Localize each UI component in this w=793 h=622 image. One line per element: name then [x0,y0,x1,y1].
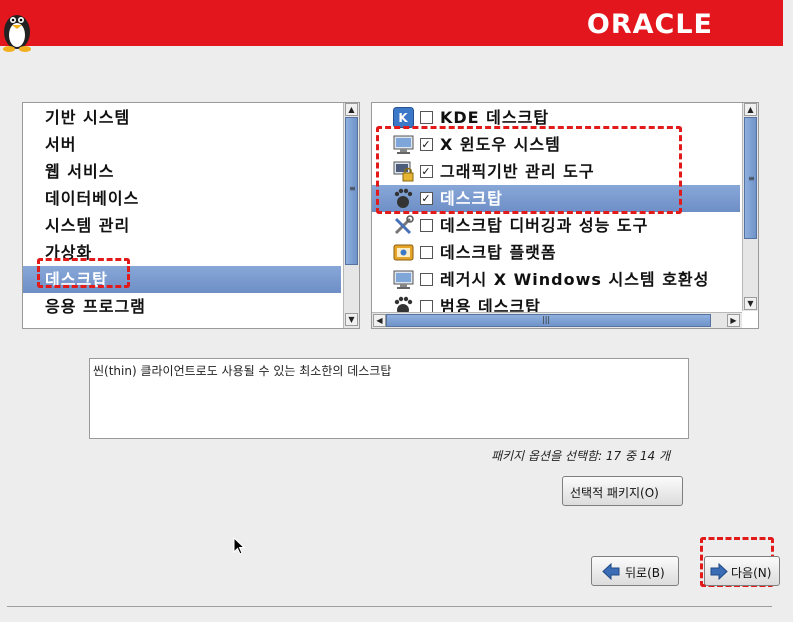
category-item[interactable]: 시스템 관리 [23,212,341,239]
category-scrollbar[interactable]: ▲ ≡ ▼ [343,103,359,328]
description-box: 씬(thin) 클라이언트로도 사용될 수 있는 최소한의 데스크탑 [89,358,689,439]
arrow-left-icon [602,563,620,580]
option-row[interactable]: 데스크탑 플랫폼 [372,239,740,266]
tools-icon [393,215,414,236]
arrow-right-icon [710,563,728,580]
kde-icon: K [393,107,414,128]
option-checkbox[interactable] [420,111,433,124]
category-item[interactable]: 서버 [23,131,341,158]
category-item[interactable]: 데이터베이스 [23,185,341,212]
option-row[interactable]: 데스크탑 디버깅과 성능 도구 [372,212,740,239]
category-item[interactable]: 기반 시스템 [23,104,341,131]
option-scrollbar-horizontal[interactable]: ◀ ||| ▶ [372,312,742,328]
option-row[interactable]: 레거시 X Windows 시스템 호환성 [372,266,740,293]
option-scrollbar-vertical[interactable]: ▲ ≡ ▼ [742,103,758,311]
scroll-down-button[interactable]: ▼ [744,297,757,310]
category-item[interactable]: 웹 서비스 [23,158,341,185]
category-list[interactable]: 기반 시스템 서버 웹 서비스 데이터베이스 시스템 관리 가상화 데스크탑 응용 프로그램 … [22,102,360,329]
scroll-up-button[interactable]: ▲ [345,103,358,116]
option-checkbox[interactable] [420,273,433,286]
scroll-down-button[interactable]: ▼ [345,313,358,326]
mouse-cursor-icon [233,537,245,555]
scroll-up-button[interactable]: ▲ [744,103,757,116]
scroll-right-button[interactable]: ▶ [727,314,740,327]
option-checkbox[interactable] [420,246,433,259]
monitor-icon [393,269,414,290]
optional-packages-button[interactable]: 선택적 패키지(O) [562,476,683,506]
annotation-options-highlight [376,126,682,214]
scroll-thumb[interactable]: ≡ [345,117,358,265]
option-label: 데스크탑 디버깅과 성능 도구 [440,216,649,235]
scroll-thumb-horizontal[interactable]: ||| [386,314,711,327]
annotation-category-highlight [37,258,130,288]
platform-icon [393,242,414,263]
option-label: 데스크탑 플랫폼 [440,243,557,262]
back-button[interactable]: 뒤로(B) [591,556,679,586]
tux-penguin-icon [3,15,31,52]
oracle-logo: ORACLE [586,9,713,40]
oracle-banner: ORACLE [0,0,783,46]
bottom-separator [7,606,772,607]
package-count: 패키지 옵션을 선택함: 17 중 14 개 [491,449,670,463]
svg-text:K: K [398,111,408,125]
next-button[interactable]: 다음(N) [704,556,780,586]
option-checkbox[interactable] [420,219,433,232]
option-label: 레거시 X Windows 시스템 호환성 [440,270,710,289]
category-item[interactable]: 응용 프로그램 [23,293,341,320]
scroll-thumb[interactable]: ≡ [744,117,757,239]
scroll-left-button[interactable]: ◀ [373,314,386,327]
